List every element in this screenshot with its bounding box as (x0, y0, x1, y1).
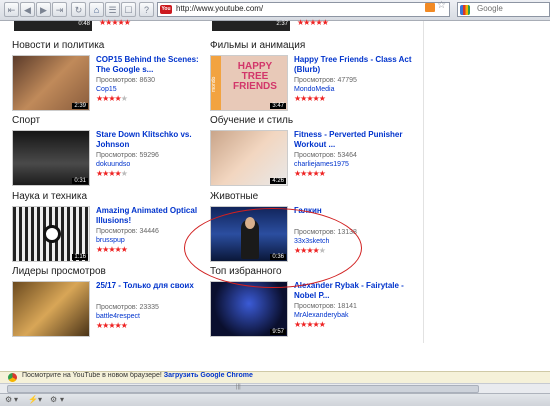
notice-text: Посмотрите на YouTube в новом браузере! … (22, 372, 253, 379)
google-icon (460, 5, 470, 15)
video-thumbnail[interactable]: 1:16 (12, 206, 90, 262)
rating-stars: ★★★★★ (96, 94, 128, 103)
section-title[interactable]: Новости и политика (12, 40, 104, 51)
rating-stars: ★★★★★ (96, 169, 128, 178)
video-author[interactable]: Cop15 (96, 85, 214, 94)
video-duration: 0:31 (72, 178, 88, 184)
video-title[interactable]: Fitness - Perverted Punisher Workout ... (294, 130, 412, 150)
section-title[interactable]: Спорт (12, 115, 40, 126)
top-stars-right: ★★★★★ (297, 18, 329, 27)
home-icon[interactable]: ⌂ (89, 2, 104, 17)
address-bar[interactable]: You http://www.youtube.com/ (157, 2, 450, 17)
thumb-text: HAPPY TREE FRIENDS (233, 61, 277, 92)
first-page-icon[interactable]: ⇤ (4, 2, 19, 17)
video-thumbnail[interactable]: mondo HAPPY TREE FRIENDS 3:47 (210, 55, 288, 111)
video-author[interactable]: MondoMedia (294, 85, 412, 94)
section-title[interactable]: Фильмы и анимация (210, 40, 305, 51)
video-duration: 2:39 (72, 103, 88, 109)
video-thumbnail[interactable]: 4:26 (210, 130, 288, 186)
video-author[interactable]: battle4respect (96, 312, 214, 321)
addon-icon[interactable]: ⚡ (28, 395, 38, 404)
rating-stars: ★★★★★ (96, 321, 128, 330)
blank-area (0, 344, 550, 370)
section-title[interactable]: Животные (210, 191, 258, 202)
section-title[interactable]: Наука и техника (12, 191, 87, 202)
top-thumb-right[interactable]: 2:37 (212, 21, 290, 31)
browser-toolbar: ⇤ ◀ ▶ ⇥ ↻ ⌂ ☰ ☐ ? You http://www.youtube… (0, 0, 550, 21)
video-duration: 4:26 (270, 178, 286, 184)
video-title[interactable]: 25/17 - Только для своих (96, 281, 214, 291)
video-author[interactable]: dokuundso (96, 160, 214, 169)
dropdown-arrow-icon[interactable]: ▾ (38, 395, 42, 404)
video-views: Просмотров: 18141 (294, 303, 357, 310)
video-title[interactable]: Amazing Animated Optical Illusions! (96, 206, 214, 226)
youtube-favicon-icon: You (160, 5, 172, 14)
video-title[interactable]: COP15 Behind the Scenes: The Google s... (96, 55, 214, 75)
tools-icon[interactable]: ⚙ (5, 395, 12, 404)
history-icon[interactable]: ☰ (105, 2, 120, 17)
video-duration: 9:57 (270, 329, 286, 335)
back-icon[interactable]: ◀ (20, 2, 35, 17)
chrome-icon (8, 373, 17, 382)
video-title[interactable]: Happy Tree Friends - Class Act (Blurb) (294, 55, 412, 75)
status-bar: ⚙ ▾ ⚡ ▾ ⚙ ▾ (0, 393, 550, 406)
gear-icon[interactable]: ⚙ (50, 395, 57, 404)
dropdown-arrow-icon[interactable]: ▾ (60, 395, 64, 404)
top-stars-left: ★★★★★ (99, 18, 131, 27)
last-page-icon[interactable]: ⇥ (52, 2, 67, 17)
annotation-circle (184, 208, 362, 288)
url-text[interactable]: http://www.youtube.com/ (176, 4, 263, 13)
reload-icon[interactable]: ↻ (71, 2, 86, 17)
video-author[interactable]: MrAlexanderybak (294, 311, 412, 320)
thumb-brand: mondo (211, 56, 221, 110)
video-views: Просмотров: 23335 (96, 304, 159, 311)
lock-icon[interactable]: ☐ (121, 2, 136, 17)
video-thumbnail[interactable]: 9:57 (210, 281, 288, 337)
rss-icon[interactable] (425, 3, 435, 12)
video-thumbnail[interactable] (12, 281, 90, 337)
video-thumbnail[interactable]: 0:31 (12, 130, 90, 186)
bookmark-star-icon[interactable]: ☆ (437, 0, 446, 11)
youtube-content: 0:48 ★★★★★ 2:37 ★★★★★ Новости и политика… (4, 18, 424, 343)
dropdown-arrow-icon[interactable]: ▾ (14, 395, 18, 404)
rating-stars: ★★★★★ (294, 320, 326, 329)
search-placeholder[interactable]: Google (477, 4, 503, 13)
search-box[interactable]: Google (457, 2, 550, 17)
video-views: Просмотров: 47795 (294, 77, 357, 84)
scroll-grip-icon: ||| (236, 384, 241, 390)
illusion-icon (43, 225, 61, 243)
rating-stars: ★★★★★ (294, 94, 326, 103)
section-title[interactable]: Обучение и стиль (210, 115, 293, 126)
video-views: Просмотров: 53464 (294, 152, 357, 159)
video-duration: 1:16 (72, 254, 88, 260)
top-thumb-left[interactable]: 0:48 (14, 21, 92, 31)
video-duration: 3:47 (270, 103, 286, 109)
rating-stars: ★★★★★ (294, 169, 326, 178)
video-title[interactable]: Stare Down Klitschko vs. Johnson (96, 130, 214, 150)
notice-message: Посмотрите на YouTube в новом браузере! (22, 372, 162, 379)
section-title[interactable]: Лидеры просмотров (12, 266, 106, 277)
forward-icon[interactable]: ▶ (36, 2, 51, 17)
video-views: Просмотров: 59296 (96, 152, 159, 159)
download-chrome-link[interactable]: Загрузить Google Chrome (164, 372, 253, 379)
chrome-notice-bar: Посмотрите на YouTube в новом браузере! … (0, 371, 550, 383)
info-icon[interactable]: ? (139, 2, 154, 17)
scrollbar-thumb[interactable] (7, 385, 479, 393)
video-thumbnail[interactable]: 2:39 (12, 55, 90, 111)
video-author[interactable]: charliejames1975 (294, 160, 412, 169)
horizontal-scrollbar[interactable]: ||| (0, 383, 550, 393)
video-views: Просмотров: 8630 (96, 77, 156, 84)
